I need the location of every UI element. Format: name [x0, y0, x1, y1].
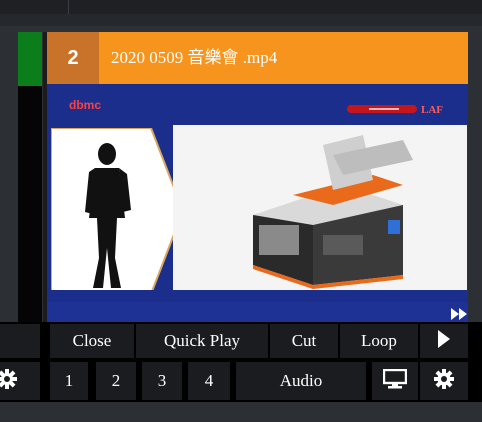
thumbnail-person-panel: [51, 128, 185, 294]
monitor-icon: [382, 368, 408, 394]
input-title: 2020 0509 音樂會 .mp4: [111, 48, 278, 67]
output-1-button[interactable]: 1: [50, 362, 88, 400]
quick-play-button[interactable]: Quick Play: [136, 324, 268, 358]
monitor-button[interactable]: [372, 362, 418, 400]
output-2-button[interactable]: 2: [96, 362, 136, 400]
gear-icon: [433, 368, 455, 395]
thumbnail-photo: [173, 125, 467, 290]
svg-text:LAF: LAF: [421, 104, 443, 116]
thumbnail-brand-right: LAF: [347, 102, 457, 116]
top-divider: [68, 0, 69, 14]
bottom-strip: [0, 402, 482, 422]
machine-illustration: [173, 125, 467, 290]
input-card[interactable]: 2 2020 0509 音樂會 .mp4 dbmc LAF: [47, 32, 468, 322]
thumbnail-footer: [47, 290, 468, 322]
audio-button[interactable]: Audio: [236, 362, 366, 400]
input-number: 2: [47, 32, 99, 84]
cut-button[interactable]: Cut: [270, 324, 338, 358]
settings-button[interactable]: [420, 362, 468, 400]
output-4-button[interactable]: 4: [188, 362, 230, 400]
input-header[interactable]: 2 2020 0509 音樂會 .mp4: [47, 32, 468, 84]
right-edge: [468, 26, 482, 322]
loop-button[interactable]: Loop: [340, 324, 418, 358]
input-thumbnail[interactable]: dbmc LAF: [47, 84, 468, 322]
left-dark-edge: [0, 32, 18, 322]
gear-icon-partial: [0, 368, 18, 395]
top-strip: [0, 14, 482, 26]
previous-card-settings-button[interactable]: [0, 362, 40, 400]
thumbnail-brand-left: dbmc: [69, 98, 102, 112]
previous-input-tab-green[interactable]: [18, 32, 42, 86]
play-button[interactable]: [420, 324, 468, 358]
output-3-button[interactable]: 3: [142, 362, 182, 400]
close-button[interactable]: Close: [50, 324, 134, 358]
play-icon: [437, 329, 451, 354]
previous-input-preview[interactable]: [18, 86, 42, 322]
previous-card-blank-button[interactable]: [0, 324, 40, 358]
